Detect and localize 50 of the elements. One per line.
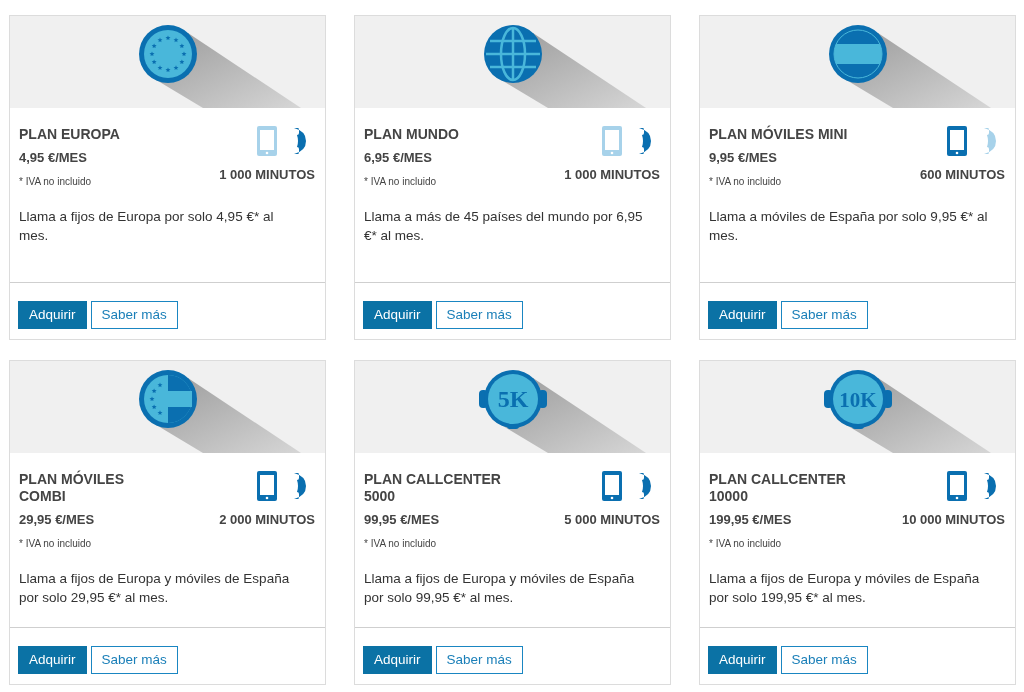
minutes-count: 2 000 MINUTOS: [219, 511, 315, 529]
emblem-label: 10K: [839, 388, 877, 412]
star-striped-circle-icon: [139, 370, 197, 428]
minutes-count: 1 000 MINUTOS: [219, 166, 315, 184]
plan-title: PLAN CALLCENTER 10000: [709, 471, 847, 505]
buy-button[interactable]: Adquirir: [708, 646, 777, 674]
buy-button[interactable]: Adquirir: [18, 646, 87, 674]
tax-note: * IVA no incluido: [364, 536, 438, 551]
plan-title: PLAN EUROPA: [19, 126, 121, 143]
minutes-count: 5 000 MINUTOS: [564, 511, 660, 529]
plan-title: PLAN CALLCENTER 5000: [364, 471, 502, 505]
tax-note: * IVA no incluido: [19, 174, 93, 189]
more-info-button[interactable]: Saber más: [780, 301, 868, 329]
headset-circle-icon: [479, 370, 547, 429]
globe-icon: [484, 25, 542, 83]
plan-price: 4,95 €/MES: [19, 149, 88, 167]
plan-price: 9,95 €/MES: [709, 149, 778, 167]
plan-price: 6,95 €/MES: [364, 149, 433, 167]
striped-circle-icon: [829, 25, 887, 83]
headset-circle-icon: [824, 370, 892, 429]
minutes-count: 1 000 MINUTOS: [564, 166, 660, 184]
plan-description: Llama a fijos de Europa y móviles de España por solo 199,95 €* al mes.: [709, 569, 981, 607]
tax-note: * IVA no incluido: [364, 174, 438, 189]
emblem-label: 5K: [497, 386, 529, 412]
plan-description: Llama a fijos de Europa y móviles de España por solo 99,95 €* al mes.: [364, 569, 636, 607]
buy-button[interactable]: Adquirir: [363, 646, 432, 674]
plan-description: Llama a móviles de España por solo 9,95 €* al mes.: [709, 207, 989, 245]
more-info-button[interactable]: Saber más: [90, 301, 178, 329]
tax-note: * IVA no incluido: [709, 536, 783, 551]
buy-button[interactable]: Adquirir: [18, 301, 87, 329]
tax-note: * IVA no incluido: [19, 536, 93, 551]
more-info-button[interactable]: Saber más: [435, 301, 523, 329]
plan-title: PLAN MÓVILES MINI: [709, 126, 849, 143]
plan-price: 29,95 €/MES: [19, 511, 96, 529]
plan-description: Llama a más de 45 países del mundo por 6,95 €* al mes.: [364, 207, 644, 245]
plan-price: 99,95 €/MES: [364, 511, 441, 529]
minutes-count: 10 000 MINUTOS: [901, 511, 1005, 529]
buy-button[interactable]: Adquirir: [708, 301, 777, 329]
plan-description: Llama a fijos de Europa y móviles de España por solo 29,95 €* al mes.: [19, 569, 291, 607]
minutes-count: 600 MINUTOS: [920, 166, 1005, 184]
star-circle-icon: [139, 25, 197, 83]
more-info-button[interactable]: Saber más: [780, 646, 868, 674]
more-info-button[interactable]: Saber más: [435, 646, 523, 674]
tax-note: * IVA no incluido: [709, 174, 783, 189]
plan-title: PLAN MÓVILES COMBI: [19, 471, 125, 505]
buy-button[interactable]: Adquirir: [363, 301, 432, 329]
plan-title: PLAN MUNDO: [364, 126, 460, 143]
plan-price: 199,95 €/MES: [709, 511, 793, 529]
more-info-button[interactable]: Saber más: [90, 646, 178, 674]
plan-description: Llama a fijos de Europa por solo 4,95 €* al mes.: [19, 207, 275, 245]
